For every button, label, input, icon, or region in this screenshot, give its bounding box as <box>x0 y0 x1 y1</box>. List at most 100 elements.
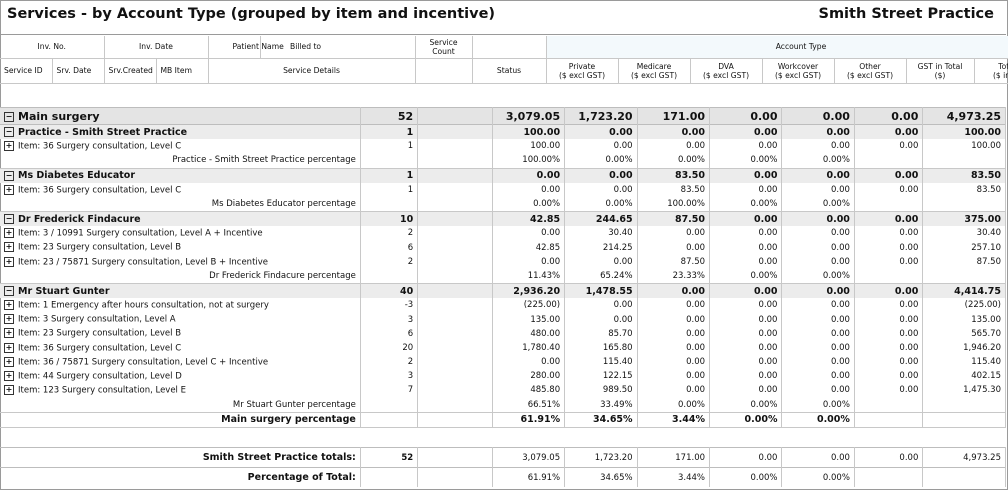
expand-icon[interactable]: + <box>4 371 14 382</box>
service-count-header[interactable]: Service Count <box>415 36 473 59</box>
collapse-icon[interactable]: − <box>4 286 14 297</box>
total-fee-value <box>922 268 1006 285</box>
service-details-header[interactable]: Service Details <box>208 58 416 84</box>
practice-name: Smith Street Practice <box>818 6 995 22</box>
collapse-icon[interactable]: − <box>4 111 14 122</box>
gst-header[interactable]: GST in Total ($) <box>906 58 975 84</box>
pct-gst <box>854 467 924 487</box>
medicare-value: 214.25 <box>564 240 638 255</box>
collapse-icon[interactable]: − <box>4 170 14 181</box>
other-value: 0.00% <box>781 268 855 285</box>
row-label: Main surgery percentage <box>0 412 361 428</box>
gst-value <box>854 397 924 413</box>
item-row: + Item: 36 Surgery consultation, Level C 1… <box>0 182 1006 197</box>
dva-value: 100.00% <box>637 196 711 213</box>
dva-header[interactable]: DVA ($ excl GST) <box>690 58 763 84</box>
private-value: 100.00 <box>492 124 566 140</box>
total-fee-value: 1,475.30 <box>922 383 1006 398</box>
total-fee-value <box>922 153 1006 169</box>
pct-private: 61.91% <box>492 467 566 487</box>
other-header[interactable]: Other ($ excl GST) <box>834 58 907 84</box>
other-value: 0.00% <box>781 397 855 413</box>
status-cell <box>417 369 493 384</box>
row-label: Dr Frederick Findacure percentage <box>0 268 361 285</box>
gst-value <box>854 268 924 285</box>
inv-date-header[interactable]: Inv. Date <box>104 36 209 59</box>
medicare-value: 65.24% <box>564 268 638 285</box>
expand-icon[interactable]: + <box>4 184 14 195</box>
private-value: 135.00 <box>492 312 566 327</box>
expand-icon[interactable]: + <box>4 300 14 311</box>
expand-icon[interactable]: + <box>4 228 14 239</box>
item-row: + Item: 36 / 75871 Surgery consultation, … <box>0 355 1006 370</box>
expand-icon[interactable]: + <box>4 328 14 339</box>
expand-icon[interactable]: + <box>4 356 14 367</box>
expand-icon[interactable]: + <box>4 385 14 396</box>
report-title: Services - by Account Type (grouped by i… <box>7 6 496 22</box>
total-workcover: 0.00 <box>709 447 783 468</box>
total-fee-value: 100.00 <box>922 124 1006 140</box>
expand-icon[interactable]: + <box>4 141 14 152</box>
group-row: − Main surgery 52 3,079.05 1,723.20 171.00 0.0… <box>0 107 1006 125</box>
mb-item-header[interactable]: MB Item <box>156 58 209 84</box>
gst-value <box>854 153 924 169</box>
row-label-text: Item: 3 Surgery consultation, Level A <box>18 314 176 325</box>
total-dva: 171.00 <box>637 447 711 468</box>
private-value: 0.00 <box>492 355 566 370</box>
report-body: − Main surgery 52 3,079.05 1,723.20 171.00 0.0… <box>0 107 1006 428</box>
total-fee-value <box>922 397 1006 413</box>
total-fee-header[interactable]: Total Fee($ incl GST) <box>974 58 1008 84</box>
collapse-icon[interactable]: − <box>4 214 14 225</box>
expand-icon[interactable]: + <box>4 314 14 325</box>
expand-icon[interactable]: + <box>4 256 14 267</box>
dva-value: 0.00 <box>637 240 711 255</box>
gst-value: 0.00 <box>854 283 924 299</box>
srv-date-header[interactable]: Srv. Date <box>52 58 105 84</box>
inv-no-header[interactable]: Inv. No. <box>0 36 105 59</box>
total-fee-value: 4,973.25 <box>922 107 1006 125</box>
medicare-value: 0.00 <box>564 124 638 140</box>
pct-total-fee <box>922 467 1006 487</box>
total-gst: 0.00 <box>854 447 924 468</box>
medicare-value: 0.00% <box>564 153 638 169</box>
other-value: 0.00 <box>781 254 855 269</box>
row-label-text: Main surgery percentage <box>221 414 356 426</box>
medicare-value: 0.00% <box>564 196 638 213</box>
dva-value: 0.00 <box>637 226 711 241</box>
private-value: 0.00 <box>492 182 566 197</box>
other-value: 0.00 <box>781 340 855 355</box>
private-header[interactable]: Private ($ excl GST) <box>546 58 619 84</box>
item-row: + Item: 1 Emergency after hours consultat… <box>0 298 1006 313</box>
status-cell <box>417 107 493 125</box>
medicare-header[interactable]: Medicare ($ excl GST) <box>618 58 691 84</box>
row-label-text: Item: 36 / 75871 Surgery consultation, L… <box>18 357 269 368</box>
total-fee-value <box>922 412 1006 428</box>
service-count: 1 <box>360 139 419 154</box>
srv-created-header[interactable]: Srv.Created <box>104 58 157 84</box>
percentage-row: Mr Stuart Gunter percentage 66.51% 33.49% 0… <box>0 397 1006 413</box>
pct-medicare: 34.65% <box>564 467 638 487</box>
gst-value: 0.00 <box>854 139 924 154</box>
total-fee-value <box>922 196 1006 213</box>
dva-value: 0.00 <box>637 124 711 140</box>
expand-icon[interactable]: + <box>4 342 14 353</box>
status-header[interactable]: Status <box>472 58 547 84</box>
percentage-row: Practice - Smith Street Practice percent… <box>0 153 1006 169</box>
gst-value <box>854 412 924 428</box>
row-label: − Mr Stuart Gunter <box>0 283 361 299</box>
row-label-text: Item: 123 Surgery consultation, Level E <box>18 385 186 396</box>
item-row: + Item: 23 Surgery consultation, Level B 6… <box>0 240 1006 255</box>
total-fee-value: 83.50 <box>922 167 1006 183</box>
dva-value: 0.00 <box>637 340 711 355</box>
workcover-header[interactable]: Workcover ($ excl GST) <box>762 58 835 84</box>
dva-value: 0.00 <box>637 139 711 154</box>
status-cell <box>417 211 493 227</box>
billed-to-label[interactable]: Billed to <box>290 42 321 51</box>
expand-icon[interactable]: + <box>4 242 14 253</box>
service-id-header[interactable]: Service ID <box>0 58 53 84</box>
private-value: 0.00 <box>492 254 566 269</box>
row-label-text: Item: 1 Emergency after hours consultati… <box>18 300 269 311</box>
dva-value: 3.44% <box>637 412 711 428</box>
service-count <box>360 412 419 428</box>
collapse-icon[interactable]: − <box>4 127 14 138</box>
